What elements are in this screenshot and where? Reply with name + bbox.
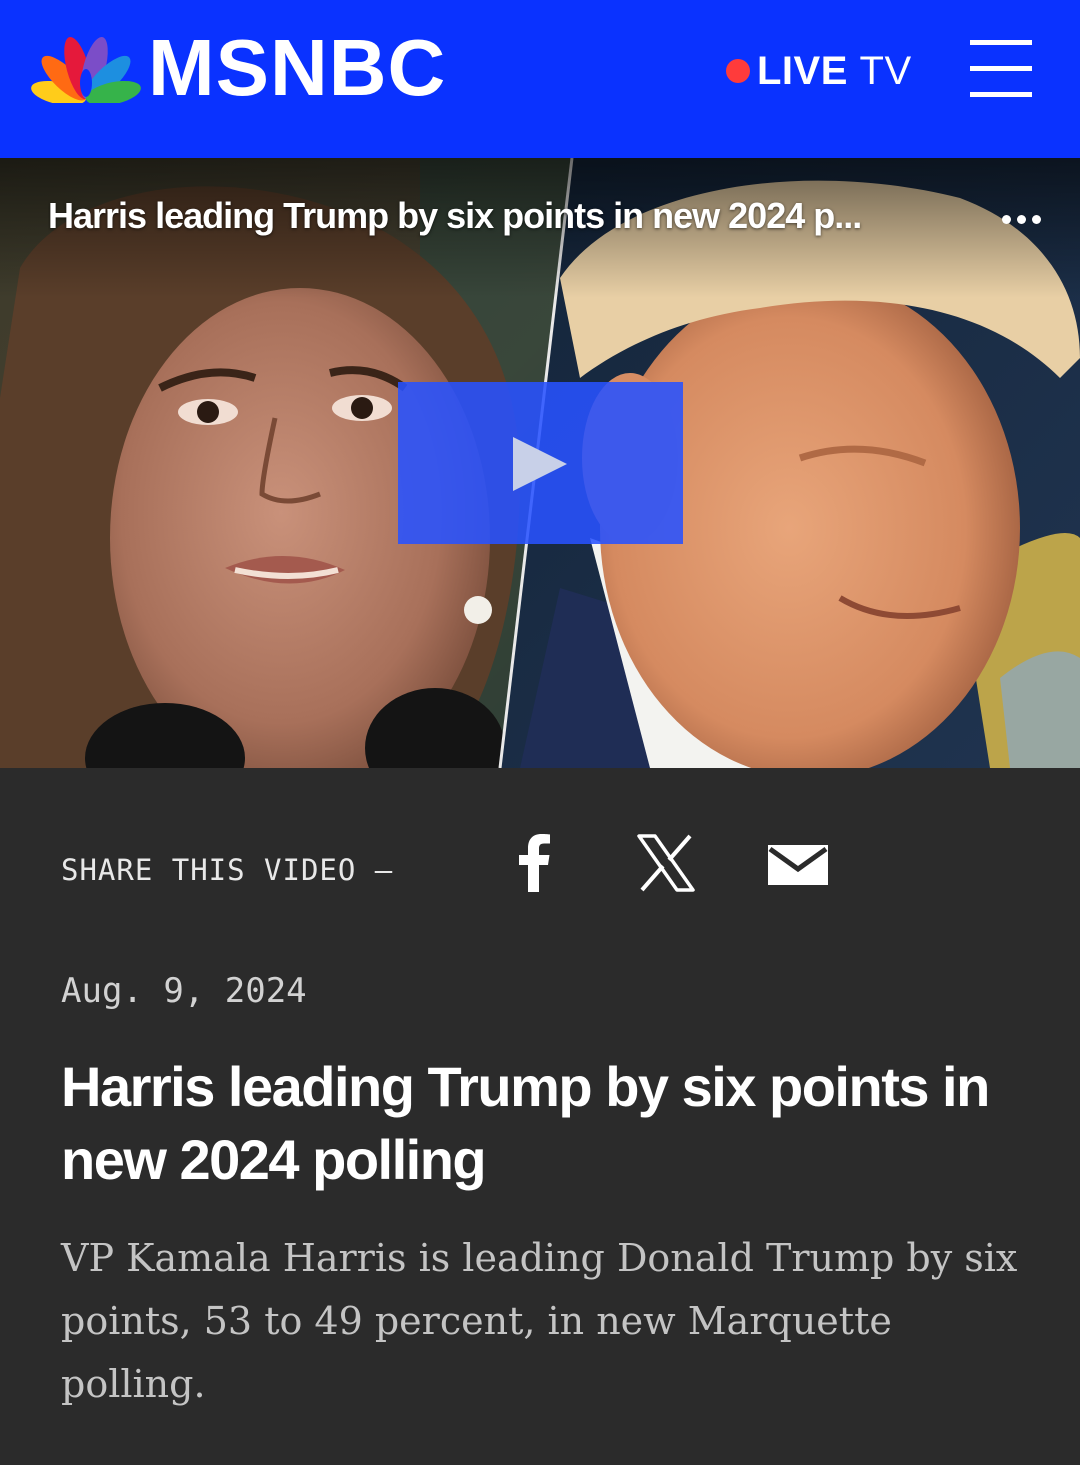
msnbc-logo[interactable]: MSNBC: [30, 23, 447, 112]
live-tv-link[interactable]: LIVE TV: [726, 48, 912, 94]
publish-date: Aug. 9, 2024: [61, 971, 307, 1011]
dot: [1032, 215, 1041, 224]
play-button[interactable]: [398, 382, 683, 544]
x-share-button[interactable]: [637, 834, 695, 897]
video-title: Harris leading Trump by six points in ne…: [48, 195, 862, 236]
menu-line: [970, 40, 1032, 45]
x-icon: [637, 834, 695, 892]
email-icon: [768, 845, 828, 885]
peacock-logo-icon: [31, 37, 141, 103]
menu-line: [970, 66, 1032, 71]
more-options-icon[interactable]: [998, 204, 1046, 234]
article-headline: Harris leading Trump by six points in ne…: [61, 1055, 990, 1191]
video-player[interactable]: Harris leading Trump by six points in ne…: [0, 158, 1080, 768]
dot: [1002, 215, 1011, 224]
share-row: SHARE THIS VIDEO —: [61, 848, 393, 892]
tv-label: TV: [859, 49, 912, 93]
play-icon: [513, 437, 567, 491]
article-summary: VP Kamala Harris is leading Donald Trump…: [61, 1236, 1018, 1406]
dot: [1017, 215, 1026, 224]
menu-line: [970, 92, 1032, 97]
share-label: SHARE THIS VIDEO —: [61, 853, 394, 887]
hamburger-menu-icon[interactable]: [970, 40, 1032, 98]
facebook-icon: [519, 834, 550, 892]
brand-name: MSNBC: [148, 23, 447, 112]
live-label: LIVE: [757, 49, 848, 93]
live-dot-icon: [726, 59, 750, 83]
site-header: MSNBC LIVE TV: [0, 0, 1080, 158]
live-tv-label: LIVE TV: [757, 48, 912, 94]
facebook-share-button[interactable]: [518, 832, 550, 897]
email-share-button[interactable]: [768, 845, 828, 890]
